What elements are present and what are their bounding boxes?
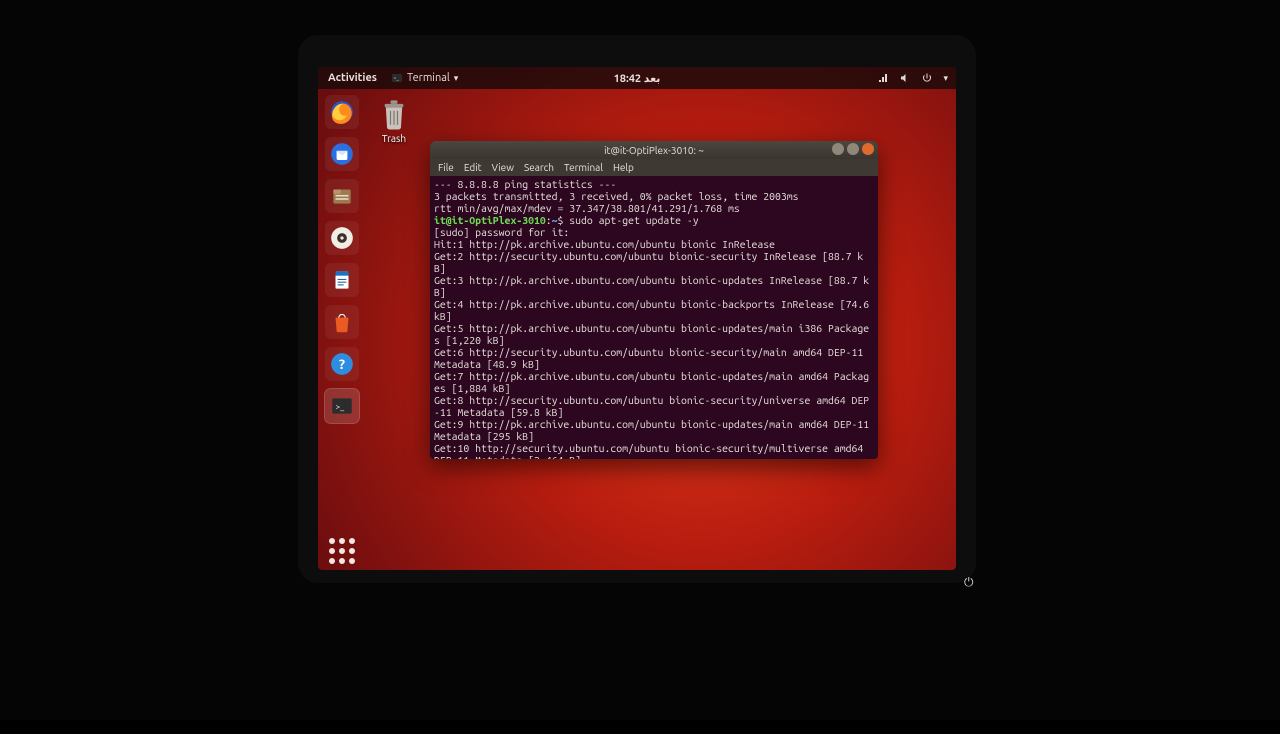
menu-terminal[interactable]: Terminal: [564, 162, 603, 173]
window-close-button[interactable]: [862, 143, 874, 155]
menu-file[interactable]: File: [438, 162, 454, 173]
trash-icon[interactable]: [380, 97, 408, 131]
photo-background: Activities >_ Terminal ▾ 18:42 بعد ▾ Tra…: [0, 0, 1280, 720]
power-icon[interactable]: [921, 72, 933, 84]
svg-text:>_: >_: [336, 401, 346, 411]
window-titlebar[interactable]: it@it-OptiPlex-3010: ~: [430, 141, 878, 159]
trash-label: Trash: [382, 133, 406, 144]
thunderbird-icon: [329, 141, 355, 167]
document-icon: [329, 267, 355, 293]
monitor-power-icon: ⏻: [964, 576, 1280, 734]
show-applications-button[interactable]: [327, 536, 357, 566]
dock-item-writer[interactable]: [325, 263, 359, 297]
terminal-menubar: File Edit View Search Terminal Help: [430, 159, 878, 176]
files-icon: [329, 183, 355, 209]
dock-item-files[interactable]: [325, 179, 359, 213]
window-maximize-button[interactable]: [847, 143, 859, 155]
dock-item-terminal[interactable]: >_: [325, 389, 359, 423]
window-minimize-button[interactable]: [832, 143, 844, 155]
shopping-bag-icon: [329, 309, 355, 335]
menu-edit[interactable]: Edit: [464, 162, 482, 173]
menu-help[interactable]: Help: [613, 162, 634, 173]
ubuntu-dock: ? >_: [320, 91, 364, 566]
svg-text:>_: >_: [393, 75, 399, 81]
terminal-icon: >_: [391, 72, 403, 84]
dock-item-rhythmbox[interactable]: [325, 221, 359, 255]
terminal-icon: >_: [329, 393, 355, 419]
clock-button[interactable]: 18:42 بعد: [614, 72, 661, 85]
ubuntu-desktop: Activities >_ Terminal ▾ 18:42 بعد ▾ Tra…: [318, 67, 956, 570]
menu-view[interactable]: View: [492, 162, 514, 173]
network-icon[interactable]: [877, 72, 889, 84]
system-status-area[interactable]: ▾: [877, 72, 948, 84]
help-icon: ?: [329, 351, 355, 377]
chevron-down-icon: ▾: [943, 73, 948, 84]
terminal-output[interactable]: --- 8.8.8.8 ping statistics --- 3 packet…: [430, 176, 878, 459]
window-title: it@it-OptiPlex-3010: ~: [604, 145, 704, 156]
firefox-icon: [329, 99, 355, 125]
chevron-down-icon: ▾: [454, 73, 459, 84]
svg-text:?: ?: [339, 356, 345, 372]
app-menu-label: Terminal: [407, 72, 450, 84]
dock-item-help[interactable]: ?: [325, 347, 359, 381]
app-menu-button[interactable]: >_ Terminal ▾: [391, 72, 458, 84]
gnome-top-bar: Activities >_ Terminal ▾ 18:42 بعد ▾: [318, 67, 956, 89]
activities-button[interactable]: Activities: [328, 72, 377, 84]
menu-search[interactable]: Search: [524, 162, 554, 173]
dock-item-thunderbird[interactable]: [325, 137, 359, 171]
desktop-icons: Trash: [380, 97, 408, 144]
dock-item-software[interactable]: [325, 305, 359, 339]
terminal-window[interactable]: it@it-OptiPlex-3010: ~ File Edit View Se…: [430, 141, 878, 459]
music-icon: [329, 225, 355, 251]
volume-icon[interactable]: [899, 72, 911, 84]
dock-item-firefox[interactable]: [325, 95, 359, 129]
